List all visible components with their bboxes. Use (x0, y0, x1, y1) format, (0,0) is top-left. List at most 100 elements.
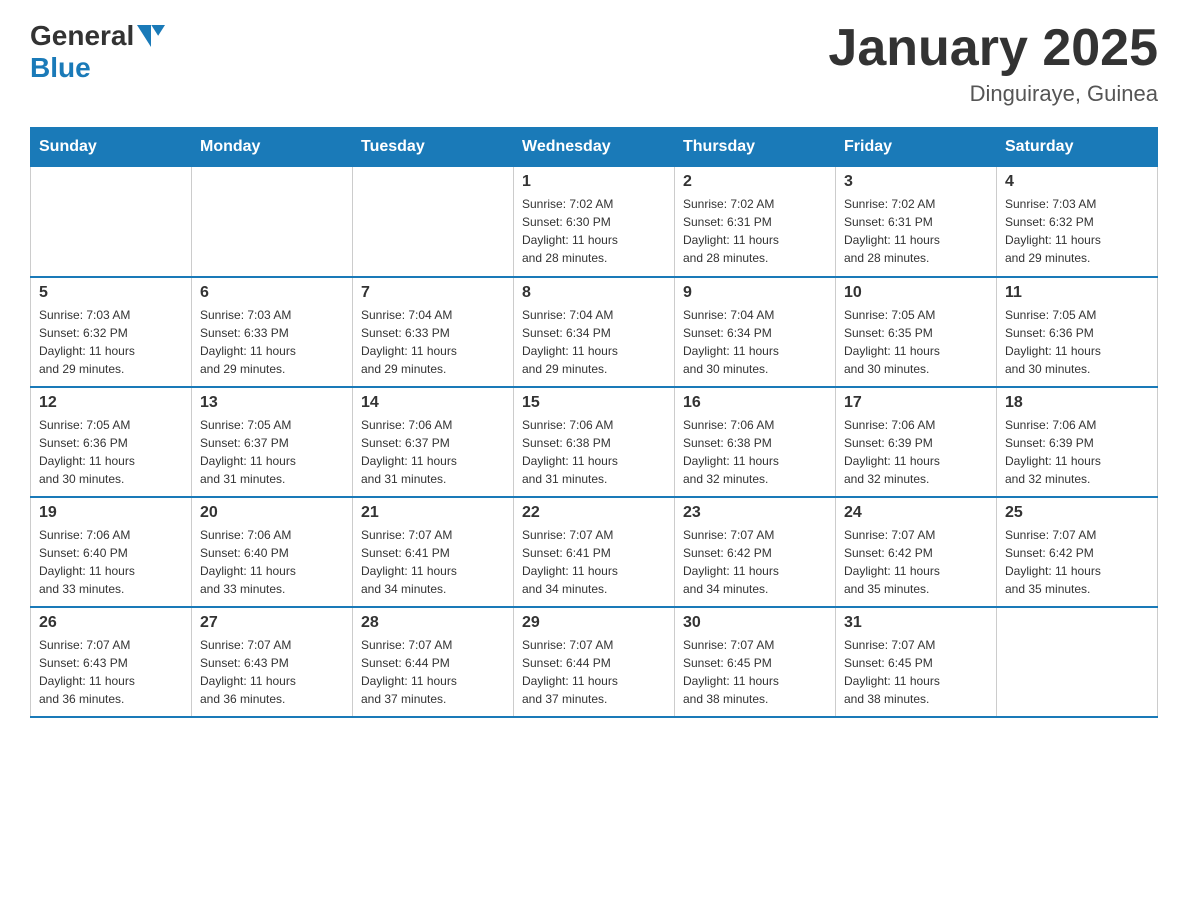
table-row: 6 Sunrise: 7:03 AM Sunset: 6:33 PM Daylig… (192, 277, 353, 387)
calendar-table: Sunday Monday Tuesday Wednesday Thursday… (30, 127, 1158, 718)
table-row: 20Sunrise: 7:06 AM Sunset: 6:40 PM Dayli… (192, 497, 353, 607)
day-number: 3 (844, 173, 988, 191)
day-info: Sunrise: 7:05 AM Sunset: 6:36 PM Dayligh… (39, 416, 183, 488)
calendar-week-row: 12Sunrise: 7:05 AM Sunset: 6:36 PM Dayli… (31, 387, 1158, 497)
day-number: 2 (683, 173, 827, 191)
table-row (31, 167, 192, 277)
calendar-week-row: 26 Sunrise: 7:07 AM Sunset: 6:43 PM Dayli… (31, 607, 1158, 717)
calendar-week-row: 5 Sunrise: 7:03 AM Sunset: 6:32 PM Daylig… (31, 277, 1158, 387)
table-row: 4 Sunrise: 7:03 AM Sunset: 6:32 PM Daylig… (997, 167, 1158, 277)
day-info: Sunrise: 7:03 AM Sunset: 6:32 PM Dayligh… (39, 306, 183, 378)
days-header-row: Sunday Monday Tuesday Wednesday Thursday… (31, 128, 1158, 167)
day-info: Sunrise: 7:05 AM Sunset: 6:36 PM Dayligh… (1005, 306, 1149, 378)
day-info: Sunrise: 7:07 AM Sunset: 6:43 PM Dayligh… (39, 636, 183, 708)
table-row: 10 Sunrise: 7:05 AM Sunset: 6:35 PM Dayli… (836, 277, 997, 387)
day-number: 24 (844, 504, 988, 522)
day-number: 16 (683, 394, 827, 412)
day-info: Sunrise: 7:07 AM Sunset: 6:42 PM Dayligh… (1005, 526, 1149, 598)
table-row (192, 167, 353, 277)
header-saturday: Saturday (997, 128, 1158, 167)
day-info: Sunrise: 7:06 AM Sunset: 6:40 PM Dayligh… (200, 526, 344, 598)
day-number: 10 (844, 284, 988, 302)
table-row: 24 Sunrise: 7:07 AM Sunset: 6:42 PM Dayli… (836, 497, 997, 607)
day-number: 8 (522, 284, 666, 302)
day-info: Sunrise: 7:06 AM Sunset: 6:39 PM Dayligh… (844, 416, 988, 488)
table-row: 3Sunrise: 7:02 AM Sunset: 6:31 PM Daylig… (836, 167, 997, 277)
day-info: Sunrise: 7:06 AM Sunset: 6:37 PM Dayligh… (361, 416, 505, 488)
day-info: Sunrise: 7:06 AM Sunset: 6:39 PM Dayligh… (1005, 416, 1149, 488)
table-row: 23 Sunrise: 7:07 AM Sunset: 6:42 PM Dayli… (675, 497, 836, 607)
table-row: 25Sunrise: 7:07 AM Sunset: 6:42 PM Dayli… (997, 497, 1158, 607)
table-row: 7Sunrise: 7:04 AM Sunset: 6:33 PM Daylig… (353, 277, 514, 387)
table-row: 16Sunrise: 7:06 AM Sunset: 6:38 PM Dayli… (675, 387, 836, 497)
day-info: Sunrise: 7:07 AM Sunset: 6:41 PM Dayligh… (361, 526, 505, 598)
calendar-week-row: 1 Sunrise: 7:02 AM Sunset: 6:30 PM Daylig… (31, 167, 1158, 277)
table-row: 21 Sunrise: 7:07 AM Sunset: 6:41 PM Dayli… (353, 497, 514, 607)
header-wednesday: Wednesday (514, 128, 675, 167)
header-friday: Friday (836, 128, 997, 167)
header-tuesday: Tuesday (353, 128, 514, 167)
day-info: Sunrise: 7:05 AM Sunset: 6:37 PM Dayligh… (200, 416, 344, 488)
day-info: Sunrise: 7:07 AM Sunset: 6:42 PM Dayligh… (683, 526, 827, 598)
page-header: General Blue January 2025 Dinguiraye, Gu… (30, 20, 1158, 107)
day-number: 6 (200, 284, 344, 302)
day-info: Sunrise: 7:04 AM Sunset: 6:33 PM Dayligh… (361, 306, 505, 378)
table-row (997, 607, 1158, 717)
table-row: 30 Sunrise: 7:07 AM Sunset: 6:45 PM Dayli… (675, 607, 836, 717)
day-number: 23 (683, 504, 827, 522)
day-info: Sunrise: 7:05 AM Sunset: 6:35 PM Dayligh… (844, 306, 988, 378)
day-number: 26 (39, 614, 183, 632)
logo-block: General Blue (30, 20, 165, 84)
calendar-title: January 2025 (828, 20, 1158, 77)
table-row: 2 Sunrise: 7:02 AM Sunset: 6:31 PM Daylig… (675, 167, 836, 277)
day-info: Sunrise: 7:02 AM Sunset: 6:31 PM Dayligh… (683, 195, 827, 267)
day-number: 30 (683, 614, 827, 632)
day-info: Sunrise: 7:06 AM Sunset: 6:38 PM Dayligh… (522, 416, 666, 488)
day-number: 22 (522, 504, 666, 522)
header-sunday: Sunday (31, 128, 192, 167)
day-number: 27 (200, 614, 344, 632)
day-number: 1 (522, 173, 666, 191)
day-number: 9 (683, 284, 827, 302)
day-info: Sunrise: 7:03 AM Sunset: 6:32 PM Dayligh… (1005, 195, 1149, 267)
day-info: Sunrise: 7:07 AM Sunset: 6:44 PM Dayligh… (522, 636, 666, 708)
day-number: 17 (844, 394, 988, 412)
day-number: 13 (200, 394, 344, 412)
table-row: 27Sunrise: 7:07 AM Sunset: 6:43 PM Dayli… (192, 607, 353, 717)
day-info: Sunrise: 7:06 AM Sunset: 6:40 PM Dayligh… (39, 526, 183, 598)
header-thursday: Thursday (675, 128, 836, 167)
calendar-week-row: 19 Sunrise: 7:06 AM Sunset: 6:40 PM Dayli… (31, 497, 1158, 607)
day-info: Sunrise: 7:03 AM Sunset: 6:33 PM Dayligh… (200, 306, 344, 378)
table-row: 12Sunrise: 7:05 AM Sunset: 6:36 PM Dayli… (31, 387, 192, 497)
day-number: 29 (522, 614, 666, 632)
table-row: 1 Sunrise: 7:02 AM Sunset: 6:30 PM Daylig… (514, 167, 675, 277)
table-row (353, 167, 514, 277)
day-info: Sunrise: 7:04 AM Sunset: 6:34 PM Dayligh… (522, 306, 666, 378)
table-row: 9Sunrise: 7:04 AM Sunset: 6:34 PM Daylig… (675, 277, 836, 387)
table-row: 14 Sunrise: 7:06 AM Sunset: 6:37 PM Dayli… (353, 387, 514, 497)
table-row: 17 Sunrise: 7:06 AM Sunset: 6:39 PM Dayli… (836, 387, 997, 497)
day-info: Sunrise: 7:07 AM Sunset: 6:45 PM Dayligh… (683, 636, 827, 708)
day-info: Sunrise: 7:07 AM Sunset: 6:44 PM Dayligh… (361, 636, 505, 708)
day-number: 28 (361, 614, 505, 632)
day-number: 21 (361, 504, 505, 522)
day-number: 4 (1005, 173, 1149, 191)
table-row: 11Sunrise: 7:05 AM Sunset: 6:36 PM Dayli… (997, 277, 1158, 387)
day-number: 5 (39, 284, 183, 302)
table-row: 26 Sunrise: 7:07 AM Sunset: 6:43 PM Dayli… (31, 607, 192, 717)
day-number: 14 (361, 394, 505, 412)
day-info: Sunrise: 7:07 AM Sunset: 6:45 PM Dayligh… (844, 636, 988, 708)
logo-general: General (30, 20, 134, 52)
table-row: 13 Sunrise: 7:05 AM Sunset: 6:37 PM Dayli… (192, 387, 353, 497)
table-row: 31Sunrise: 7:07 AM Sunset: 6:45 PM Dayli… (836, 607, 997, 717)
day-info: Sunrise: 7:07 AM Sunset: 6:42 PM Dayligh… (844, 526, 988, 598)
logo: General Blue (30, 20, 165, 84)
day-number: 19 (39, 504, 183, 522)
day-number: 18 (1005, 394, 1149, 412)
table-row: 8 Sunrise: 7:04 AM Sunset: 6:34 PM Daylig… (514, 277, 675, 387)
table-row: 15Sunrise: 7:06 AM Sunset: 6:38 PM Dayli… (514, 387, 675, 497)
day-info: Sunrise: 7:02 AM Sunset: 6:30 PM Dayligh… (522, 195, 666, 267)
logo-blue: Blue (30, 52, 91, 83)
table-row: 19 Sunrise: 7:06 AM Sunset: 6:40 PM Dayli… (31, 497, 192, 607)
table-row: 28 Sunrise: 7:07 AM Sunset: 6:44 PM Dayli… (353, 607, 514, 717)
